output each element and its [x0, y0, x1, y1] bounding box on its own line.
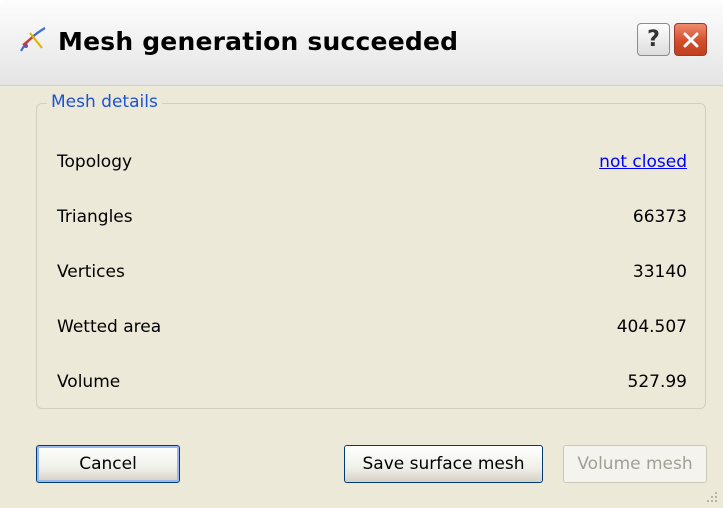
vertices-label: Vertices [57, 262, 125, 282]
vertices-value: 33140 [632, 262, 687, 282]
topology-link[interactable]: not closed [599, 152, 687, 172]
help-icon: ? [647, 27, 660, 52]
mesh-result-dialog: Mesh generation succeeded ? Mesh details… [0, 0, 723, 508]
mesh-details-group: Mesh details Topology not closed Triangl… [36, 92, 706, 409]
triangles-row: Triangles 66373 [57, 207, 687, 231]
help-button[interactable]: ? [637, 23, 670, 56]
close-icon [683, 32, 698, 47]
topology-row: Topology not closed [57, 152, 687, 176]
wetted-area-label: Wetted area [57, 317, 162, 337]
dialog-body: Mesh details Topology not closed Triangl… [0, 86, 723, 508]
vertices-row: Vertices 33140 [57, 262, 687, 286]
topology-label: Topology [57, 152, 133, 172]
volume-value: 527.99 [627, 372, 687, 392]
mesh-app-icon [20, 27, 46, 52]
wetted-area-value: 404.507 [616, 317, 687, 337]
title-bar[interactable]: Mesh generation succeeded ? [0, 0, 723, 86]
triangles-value: 66373 [632, 207, 687, 227]
triangles-label: Triangles [57, 207, 133, 227]
volume-row: Volume 527.99 [57, 372, 687, 396]
dialog-title: Mesh generation succeeded [58, 27, 459, 56]
save-surface-mesh-button[interactable]: Save surface mesh [344, 445, 543, 483]
cancel-button[interactable]: Cancel [36, 445, 180, 483]
resize-grip-icon[interactable] [705, 490, 719, 504]
wetted-area-row: Wetted area 404.507 [57, 317, 687, 341]
volume-mesh-button: Volume mesh [563, 445, 707, 483]
volume-label: Volume [57, 372, 121, 392]
close-button[interactable] [674, 23, 707, 56]
group-title: Mesh details [47, 92, 162, 112]
